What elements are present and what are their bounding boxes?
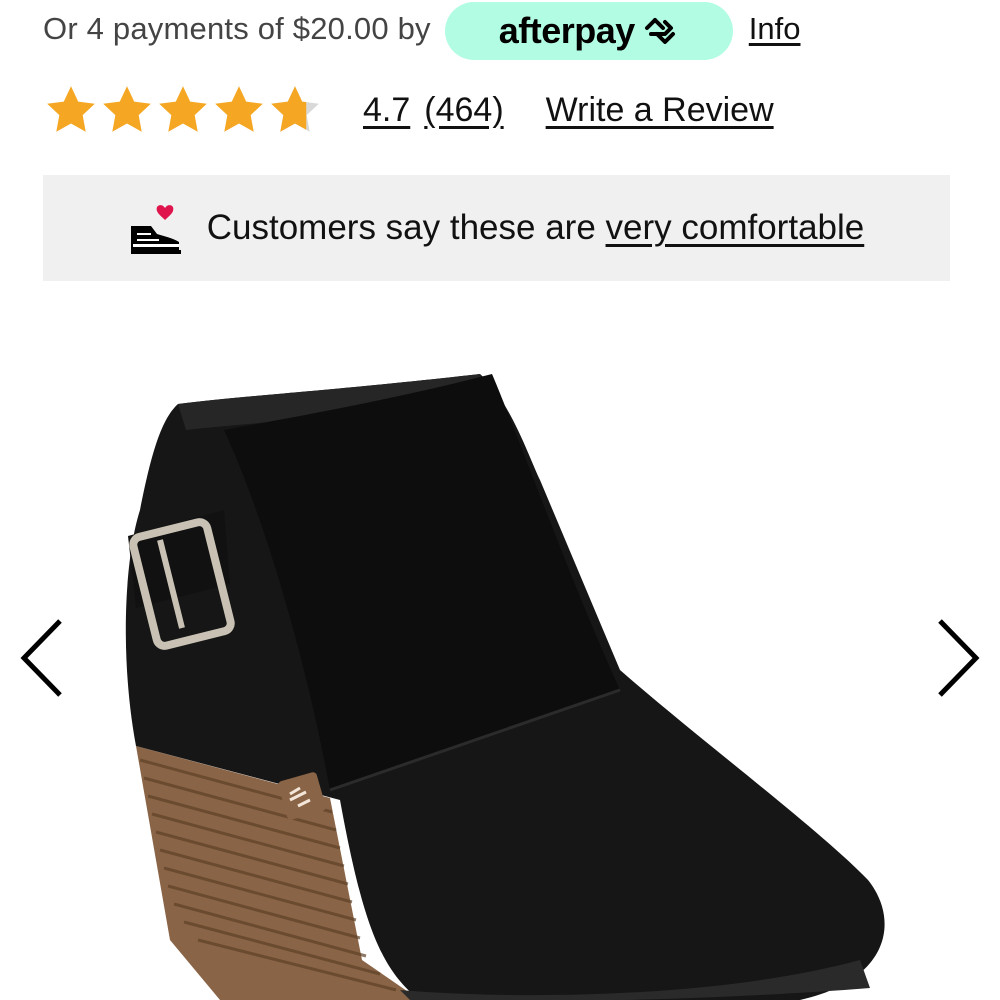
rating-row: 4.7 (464) Write a Review [43,80,963,140]
product-image-carousel[interactable] [0,300,1000,1000]
review-count-link[interactable]: (464) [424,91,503,130]
afterpay-installment-text: Or 4 payments of $20.00 by [43,11,431,46]
star-rating[interactable] [43,82,323,138]
star-icon [215,86,263,132]
partial-star-icon [271,86,319,132]
afterpay-row: Or 4 payments of $20.00 by afterpay Info [43,0,963,60]
star-icon [159,86,207,132]
star-icon [47,86,95,132]
chevron-left-icon[interactable] [14,613,74,703]
chevron-right-icon[interactable] [928,613,988,703]
write-review-link[interactable]: Write a Review [546,91,774,130]
sneaker-heart-icon [130,205,181,254]
rating-value-link[interactable]: 4.7 [363,91,410,130]
afterpay-info-link[interactable]: Info [749,11,801,47]
afterpay-badge[interactable]: afterpay [444,2,733,60]
comfort-link[interactable]: very comfortable [606,208,865,247]
afterpay-logo-text: afterpay [498,10,636,51]
comfort-banner: Customers say these are very comfortable [43,175,950,281]
afterpay-arrows-icon [644,18,675,44]
comfort-prefix: Customers say these are [206,208,606,247]
star-icon [103,86,151,132]
product-image[interactable] [100,360,900,1000]
comfort-text: Customers say these are very comfortable [207,208,865,248]
